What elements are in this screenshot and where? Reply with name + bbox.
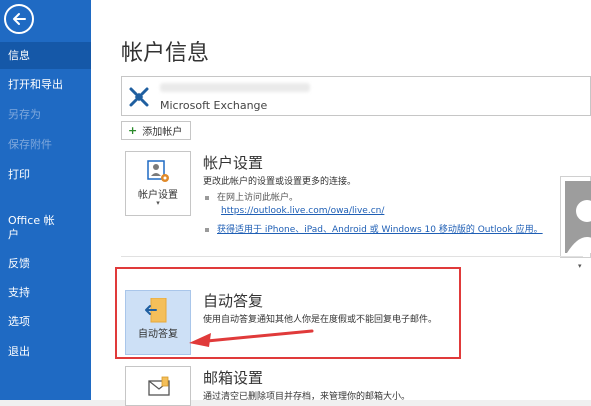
- mobile-app-link[interactable]: 获得适用于 iPhone、iPad、Android 或 Windows 10 移…: [217, 225, 543, 235]
- add-account-label: 添加帐户: [142, 127, 183, 138]
- mailbox-settings-title: 邮箱设置: [203, 369, 264, 387]
- account-settings-icon: [147, 160, 169, 182]
- account-selector[interactable]: Microsoft Exchange: [121, 76, 591, 116]
- nav-support[interactable]: 支持: [0, 281, 91, 305]
- account-settings-bullet-web: 在网上访问此帐户。: [205, 190, 298, 203]
- back-arrow-icon: [13, 13, 26, 25]
- user-silhouette-icon: [565, 181, 591, 253]
- account-type-label: Microsoft Exchange: [160, 99, 268, 112]
- nav-office-account[interactable]: Office 帐户: [0, 214, 60, 242]
- nav-print[interactable]: 打印: [0, 163, 91, 187]
- section-divider: [121, 256, 583, 257]
- backstage-sidebar: 信息 打开和导出 另存为 保存附件 打印 Office 帐户 反馈 支持 选项 …: [0, 0, 91, 400]
- nav-open-export[interactable]: 打开和导出: [0, 73, 91, 97]
- account-settings-bullet-mobile: 获得适用于 iPhone、iPad、Android 或 Windows 10 移…: [205, 222, 543, 235]
- dropdown-caret-icon: ▾: [156, 199, 160, 207]
- account-settings-title: 帐户设置: [203, 154, 264, 172]
- plus-icon: +: [128, 124, 138, 137]
- nav-options[interactable]: 选项: [0, 310, 91, 334]
- mailbox-cleanup-icon: [148, 376, 170, 396]
- nav-save-attachments: 保存附件: [8, 138, 52, 151]
- page-title: 帐户信息: [121, 41, 210, 66]
- back-button[interactable]: [4, 4, 34, 34]
- account-settings-description: 更改此帐户的设置或设置更多的连接。: [203, 177, 357, 187]
- exchange-logo-icon: [129, 87, 149, 107]
- nav-save-as: 另存为: [8, 108, 41, 121]
- nav-feedback[interactable]: 反馈: [0, 252, 91, 276]
- nav-info[interactable]: 信息: [0, 42, 91, 69]
- bullet-square-icon: [205, 227, 209, 232]
- mailbox-settings-description: 通过清空已删除项目并存档，来管理你的邮箱大小。: [203, 392, 411, 402]
- owa-link[interactable]: https://outlook.live.com/owa/live.cn/: [221, 206, 384, 216]
- bullet-square-icon: [205, 195, 209, 200]
- add-account-button[interactable]: + 添加帐户: [121, 121, 191, 140]
- account-email-redacted: [160, 83, 310, 92]
- profile-photo[interactable]: [560, 176, 591, 258]
- annotation-arrow-icon: [189, 329, 314, 347]
- bullet-web-text: 在网上访问此帐户。: [217, 193, 299, 203]
- account-settings-tile[interactable]: 帐户设置 ▾: [125, 151, 191, 216]
- mailbox-settings-tile[interactable]: [125, 366, 191, 406]
- nav-exit[interactable]: 退出: [0, 340, 91, 364]
- photo-dropdown-caret-icon[interactable]: ▾: [578, 262, 582, 270]
